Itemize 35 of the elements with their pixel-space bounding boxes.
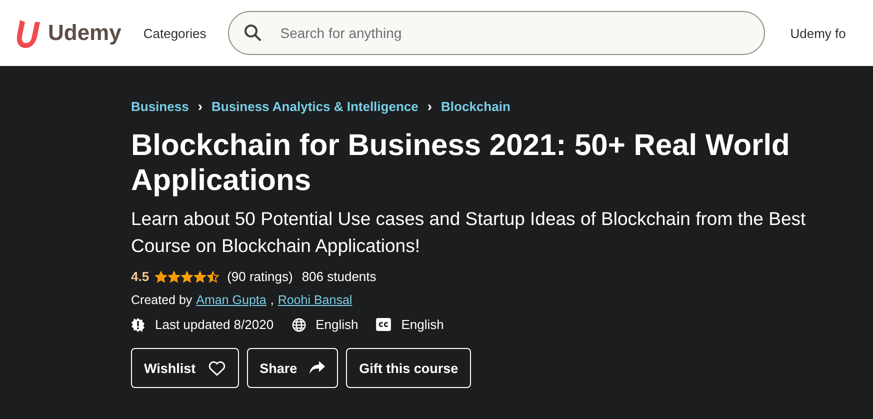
star-icon <box>155 270 168 282</box>
meta-text: English <box>316 317 358 332</box>
author-link[interactable]: Aman Gupta <box>196 293 266 307</box>
share-button[interactable]: Share <box>246 348 338 388</box>
star-icon <box>181 270 194 282</box>
author-separator: , <box>270 293 274 307</box>
categories-link[interactable]: Categories <box>143 26 206 40</box>
star-icon <box>207 270 220 282</box>
rating-score: 4.5 <box>131 269 150 284</box>
course-title: Blockchain for Business 2021: 50+ Real World Applications <box>131 128 791 198</box>
nav-link[interactable]: Udemy fo <box>790 26 846 40</box>
breadcrumb-link[interactable]: Blockchain <box>441 98 510 114</box>
alert-icon <box>131 318 145 332</box>
course-subtitle: Learn about 50 Potential Use cases and Startup Ideas of Blockchain from the Best Course on Blockchain Applications! <box>131 207 807 258</box>
heart-icon <box>208 360 226 376</box>
star-icon <box>168 270 180 282</box>
meta-text: Last updated 8/2020 <box>155 317 274 332</box>
globe-icon <box>292 318 306 332</box>
captions-icon <box>376 318 392 331</box>
search-icon <box>244 24 262 42</box>
author-link[interactable]: Roohi Bansal <box>278 293 352 307</box>
wishlist-button[interactable]: Wishlist <box>131 348 239 388</box>
logo-text[interactable]: Udemy <box>48 20 122 46</box>
search-field[interactable]: Search for anything <box>228 11 766 55</box>
breadcrumb-link[interactable]: Business <box>131 98 189 114</box>
meta-text: English <box>401 317 444 332</box>
breadcrumb-separator: › <box>198 98 202 114</box>
breadcrumb-link[interactable]: Business Analytics & Intelligence <box>211 98 418 114</box>
share-arrow-icon <box>309 361 326 375</box>
gift-button[interactable]: Gift this course <box>346 348 472 388</box>
star-icon <box>194 270 206 282</box>
ratings-count: (90 ratings) <box>227 269 293 284</box>
breadcrumb-separator: › <box>427 98 432 114</box>
students-count: 806 students <box>302 269 376 284</box>
created-by-label: Created by <box>131 293 192 307</box>
